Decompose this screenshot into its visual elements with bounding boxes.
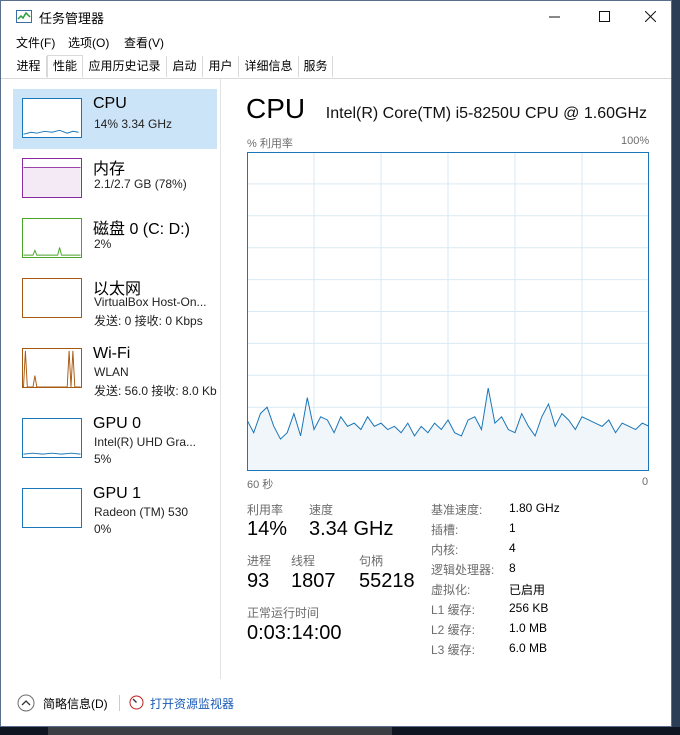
gpu1-thumbnail-graph	[22, 488, 82, 528]
resource-item-cpu[interactable]: CPU 14% 3.34 GHz	[13, 89, 217, 149]
resource-detail-2: 发送: 0 接收: 0 Kbps	[94, 314, 203, 328]
tab-app-history[interactable]: 应用历史记录	[83, 56, 167, 77]
maximize-icon	[598, 11, 610, 22]
memory-thumbnail-graph	[22, 158, 82, 198]
processes-value: 93	[247, 570, 270, 592]
resource-item-ethernet[interactable]: 以太网 VirtualBox Host-On... 发送: 0 接收: 0 Kb…	[13, 269, 217, 329]
resource-item-wifi[interactable]: Wi-Fi WLAN 发送: 56.0 接收: 8.0 Kb	[13, 339, 217, 399]
uptime-value: 0:03:14:00	[247, 622, 342, 644]
spec-value: 4	[509, 541, 516, 555]
resource-item-gpu0[interactable]: GPU 0 Intel(R) UHD Gra... 5%	[13, 409, 217, 469]
spec-label: 虚拟化:	[431, 583, 471, 597]
spec-value: 8	[509, 561, 516, 575]
resource-detail-2: 0%	[94, 522, 112, 536]
menu-options[interactable]: 选项(O)	[68, 34, 109, 51]
tab-performance[interactable]: 性能	[47, 55, 83, 78]
x-axis-left-label: 60 秒	[247, 479, 274, 491]
spec-label: L1 缓存:	[431, 603, 476, 617]
y-axis-max-label: 100%	[621, 135, 650, 147]
resource-detail: 2.1/2.7 GB (78%)	[94, 177, 187, 191]
resource-name: GPU 0	[93, 415, 142, 432]
utilization-label: 利用率	[247, 503, 284, 517]
spec-value: 256 KB	[509, 601, 549, 615]
speed-value: 3.34 GHz	[309, 518, 394, 540]
cpu-model-name: Intel(R) Core(TM) i5-8250U CPU @ 1.60GHz	[325, 105, 647, 122]
tab-services[interactable]: 服务	[299, 56, 333, 77]
taskbar-item	[48, 727, 392, 735]
spec-label: L3 缓存:	[431, 643, 476, 657]
menu-bar: 文件(F) 选项(O) 查看(V)	[1, 32, 671, 52]
spec-label: 逻辑处理器:	[431, 563, 495, 577]
uptime-label: 正常运行时间	[247, 606, 320, 620]
pane-splitter[interactable]	[220, 79, 221, 679]
gpu0-thumbnail-graph	[22, 418, 82, 458]
resource-name: GPU 1	[93, 485, 142, 502]
title-bar[interactable]: 任务管理器	[1, 1, 671, 32]
resource-detail: WLAN	[94, 365, 129, 379]
resource-list: CPU 14% 3.34 GHz 内存 2.1/2.7 GB (78%) 磁盘 …	[1, 79, 220, 679]
spec-value: 1.0 MB	[509, 621, 548, 635]
resource-name: Wi-Fi	[93, 345, 131, 362]
resource-detail: VirtualBox Host-On...	[94, 295, 207, 309]
task-manager-window: 任务管理器 文件(F) 选项(O) 查看(V) 进程 性能 应用历史记录 启动 …	[0, 0, 672, 727]
footer-divider	[119, 695, 120, 711]
minimize-icon	[548, 16, 560, 18]
spec-value: 已启用	[509, 583, 546, 597]
minimize-button[interactable]	[531, 1, 577, 32]
handles-label: 句柄	[359, 554, 384, 568]
utilization-value: 14%	[247, 518, 288, 540]
resource-monitor-icon	[129, 695, 144, 710]
resource-detail: 2%	[94, 237, 112, 251]
handles-value: 55218	[359, 570, 415, 592]
resource-detail: 14% 3.34 GHz	[94, 117, 173, 131]
resource-item-gpu1[interactable]: GPU 1 Radeon (TM) 530 0%	[13, 479, 217, 539]
fewer-details-button[interactable]: 简略信息(D)	[43, 695, 108, 712]
maximize-button[interactable]	[581, 1, 627, 32]
spec-label: 内核:	[431, 543, 459, 557]
resource-name: 磁盘 0 (C: D:)	[93, 221, 190, 238]
page-title: CPU	[246, 93, 306, 124]
disk-thumbnail-graph	[22, 218, 82, 258]
tab-users[interactable]: 用户	[203, 56, 239, 77]
resource-name: CPU	[93, 95, 127, 112]
chevron-up-circle-icon[interactable]	[17, 694, 35, 712]
wifi-thumbnail-graph	[22, 348, 82, 388]
spec-label: L2 缓存:	[431, 623, 476, 637]
tab-startup[interactable]: 启动	[167, 56, 203, 77]
ethernet-thumbnail-graph	[22, 278, 82, 318]
resource-detail-2: 5%	[94, 452, 112, 466]
resource-item-disk[interactable]: 磁盘 0 (C: D:) 2%	[13, 209, 217, 269]
spec-value: 1.80 GHz	[509, 501, 560, 515]
cpu-thumbnail-graph	[22, 98, 82, 138]
resource-item-memory[interactable]: 内存 2.1/2.7 GB (78%)	[13, 149, 217, 209]
desktop-background	[672, 0, 680, 727]
tab-processes[interactable]: 进程	[11, 56, 47, 77]
window-title: 任务管理器	[39, 11, 105, 26]
threads-value: 1807	[291, 570, 336, 592]
spec-label: 基准速度:	[431, 503, 483, 517]
processes-label: 进程	[247, 554, 272, 568]
open-resource-monitor-link[interactable]: 打开资源监视器	[150, 695, 234, 712]
close-icon	[644, 11, 656, 22]
task-manager-icon	[16, 10, 32, 23]
cpu-utilization-graph	[247, 152, 649, 471]
resource-detail-2: 发送: 56.0 接收: 8.0 Kb	[94, 384, 217, 398]
menu-file[interactable]: 文件(F)	[16, 34, 55, 51]
resource-detail: Radeon (TM) 530	[94, 505, 189, 519]
resource-name: 内存	[93, 161, 126, 178]
y-axis-label: % 利用率	[247, 138, 293, 150]
resource-detail: Intel(R) UHD Gra...	[94, 435, 197, 449]
footer-bar: 简略信息(D) 打开资源监视器	[1, 685, 671, 725]
threads-label: 线程	[291, 554, 316, 568]
spec-label: 插槽:	[431, 523, 459, 537]
spec-value: 6.0 MB	[509, 641, 548, 655]
close-button[interactable]	[627, 1, 673, 32]
tab-strip: 进程 性能 应用历史记录 启动 用户 详细信息 服务	[1, 55, 671, 79]
tab-details[interactable]: 详细信息	[239, 56, 299, 77]
speed-label: 速度	[309, 503, 334, 517]
x-axis-right-label: 0	[642, 476, 649, 488]
spec-value: 1	[509, 521, 516, 535]
menu-view[interactable]: 查看(V)	[124, 34, 164, 51]
